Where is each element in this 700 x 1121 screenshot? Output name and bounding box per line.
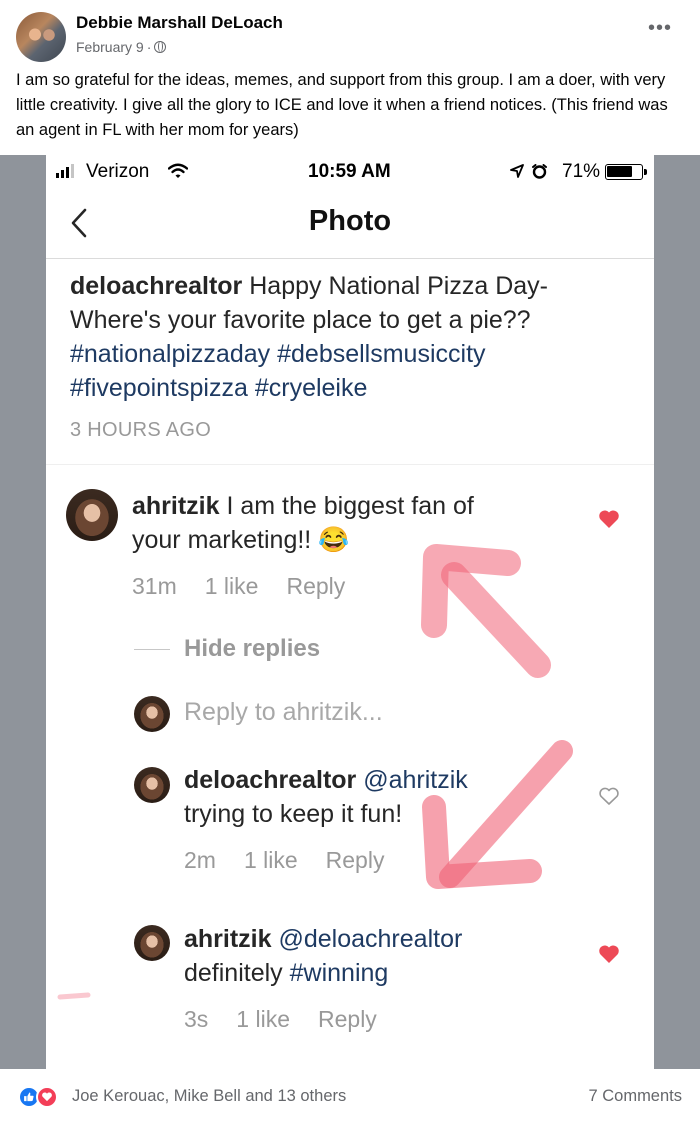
signal-icon	[56, 164, 74, 178]
heart-filled-icon[interactable]	[598, 509, 620, 529]
status-time: 10:59 AM	[308, 161, 391, 182]
comment-username[interactable]: deloachrealtor	[184, 766, 356, 794]
post-date[interactable]: February 9	[76, 39, 144, 55]
comment-meta: 3s 1 like Reply	[184, 1006, 377, 1033]
reactors-text[interactable]: Joe Kerouac, Mike Bell and 13 others	[72, 1087, 346, 1106]
location-arrow-icon	[510, 164, 524, 178]
laughing-emoji-icon: 😂	[318, 526, 350, 554]
comment-likes[interactable]: 1 like	[205, 573, 259, 600]
meta-separator: ·	[146, 39, 152, 55]
post-meta: February 9 ·	[76, 39, 167, 55]
author-name[interactable]: Debbie Marshall DeLoach	[76, 13, 283, 33]
reply-body: definitely	[184, 959, 283, 987]
post-text: I am so grateful for the ideas, memes, a…	[16, 71, 668, 139]
reply-text: ahritzik @deloachrealtor definitely #win…	[184, 922, 584, 990]
post-header: Debbie Marshall DeLoach February 9 · •••…	[0, 0, 700, 155]
mention-link[interactable]: @deloachrealtor	[278, 925, 462, 953]
photo-caption: deloachrealtor Happy National Pizza Day-…	[70, 269, 640, 405]
comment-text: ahritzik I am the biggest fan of your ma…	[132, 489, 592, 557]
mention-link[interactable]: @ahritzik	[363, 766, 468, 794]
reaction-icons[interactable]	[18, 1086, 66, 1108]
comment-likes[interactable]: 1 like	[244, 847, 298, 874]
hashtag[interactable]: #fivepointspizza	[70, 374, 248, 402]
reply-body: trying to keep it fun!	[184, 800, 403, 828]
author-avatar[interactable]	[16, 12, 66, 62]
comment-age: 2m	[184, 847, 216, 873]
caption-text-line2: Where's your favorite place to get a pie…	[70, 306, 531, 334]
globe-icon[interactable]	[154, 41, 167, 53]
comment-age: 31m	[132, 573, 177, 599]
phone-screenshot: Verizon 10:59 AM 71% Photo deloachrealto…	[46, 155, 654, 1069]
reply-text: deloachrealtor @ahritzik trying to keep …	[184, 763, 584, 831]
battery-icon	[605, 164, 647, 180]
reply-button[interactable]: Reply	[326, 847, 385, 874]
comment-meta: 31m 1 like Reply	[132, 573, 345, 600]
hashtag[interactable]: #debsellsmusiccity	[277, 340, 485, 368]
caption-text-line1: Happy National Pizza Day-	[249, 272, 548, 300]
commenter-avatar[interactable]	[66, 489, 118, 541]
heart-filled-icon[interactable]	[598, 944, 620, 964]
battery-percent: 71%	[562, 161, 601, 182]
arrow-up-left-icon	[421, 544, 551, 678]
love-reaction-icon	[36, 1086, 58, 1108]
comment-body-line1: I am the biggest fan of	[226, 492, 474, 520]
status-bar: Verizon 10:59 AM 71%	[46, 155, 654, 189]
comment-meta: 2m 1 like Reply	[184, 847, 384, 874]
post-footer: Joe Kerouac, Mike Bell and 13 others 7 C…	[0, 1069, 700, 1121]
hashtag[interactable]: #winning	[290, 959, 389, 987]
hashtag[interactable]: #cryeleike	[255, 374, 368, 402]
caption-timestamp: 3 HOURS AGO	[70, 419, 212, 441]
pink-mark	[57, 992, 91, 1000]
comment-username[interactable]: ahritzik	[132, 492, 220, 520]
reply-input[interactable]: Reply to ahritzik...	[184, 698, 383, 727]
heart-outline-icon[interactable]	[598, 786, 620, 806]
comment-username[interactable]: ahritzik	[184, 925, 272, 953]
comment-likes[interactable]: 1 like	[236, 1006, 290, 1033]
wifi-icon	[168, 163, 188, 178]
my-avatar	[134, 696, 170, 732]
alarm-icon	[532, 164, 547, 179]
reply-button[interactable]: Reply	[318, 1006, 377, 1033]
comment-age: 3s	[184, 1006, 209, 1032]
hide-replies-button[interactable]: Hide replies	[134, 635, 320, 663]
comment-body-line2: your marketing!!	[132, 526, 312, 554]
caption-username[interactable]: deloachrealtor	[70, 272, 242, 300]
comments-count[interactable]: 7 Comments	[588, 1087, 682, 1106]
divider	[46, 464, 654, 465]
commenter-avatar[interactable]	[134, 767, 170, 803]
nav-title: Photo	[308, 205, 392, 237]
hashtag[interactable]: #nationalpizzaday	[70, 340, 270, 368]
commenter-avatar[interactable]	[134, 925, 170, 961]
reply-button[interactable]: Reply	[286, 573, 345, 600]
more-options-icon[interactable]: •••	[648, 18, 672, 38]
carrier-name: Verizon	[86, 161, 150, 182]
post-image[interactable]: Verizon 10:59 AM 71% Photo deloachrealto…	[0, 155, 700, 1069]
nav-bar: Photo	[46, 189, 654, 259]
